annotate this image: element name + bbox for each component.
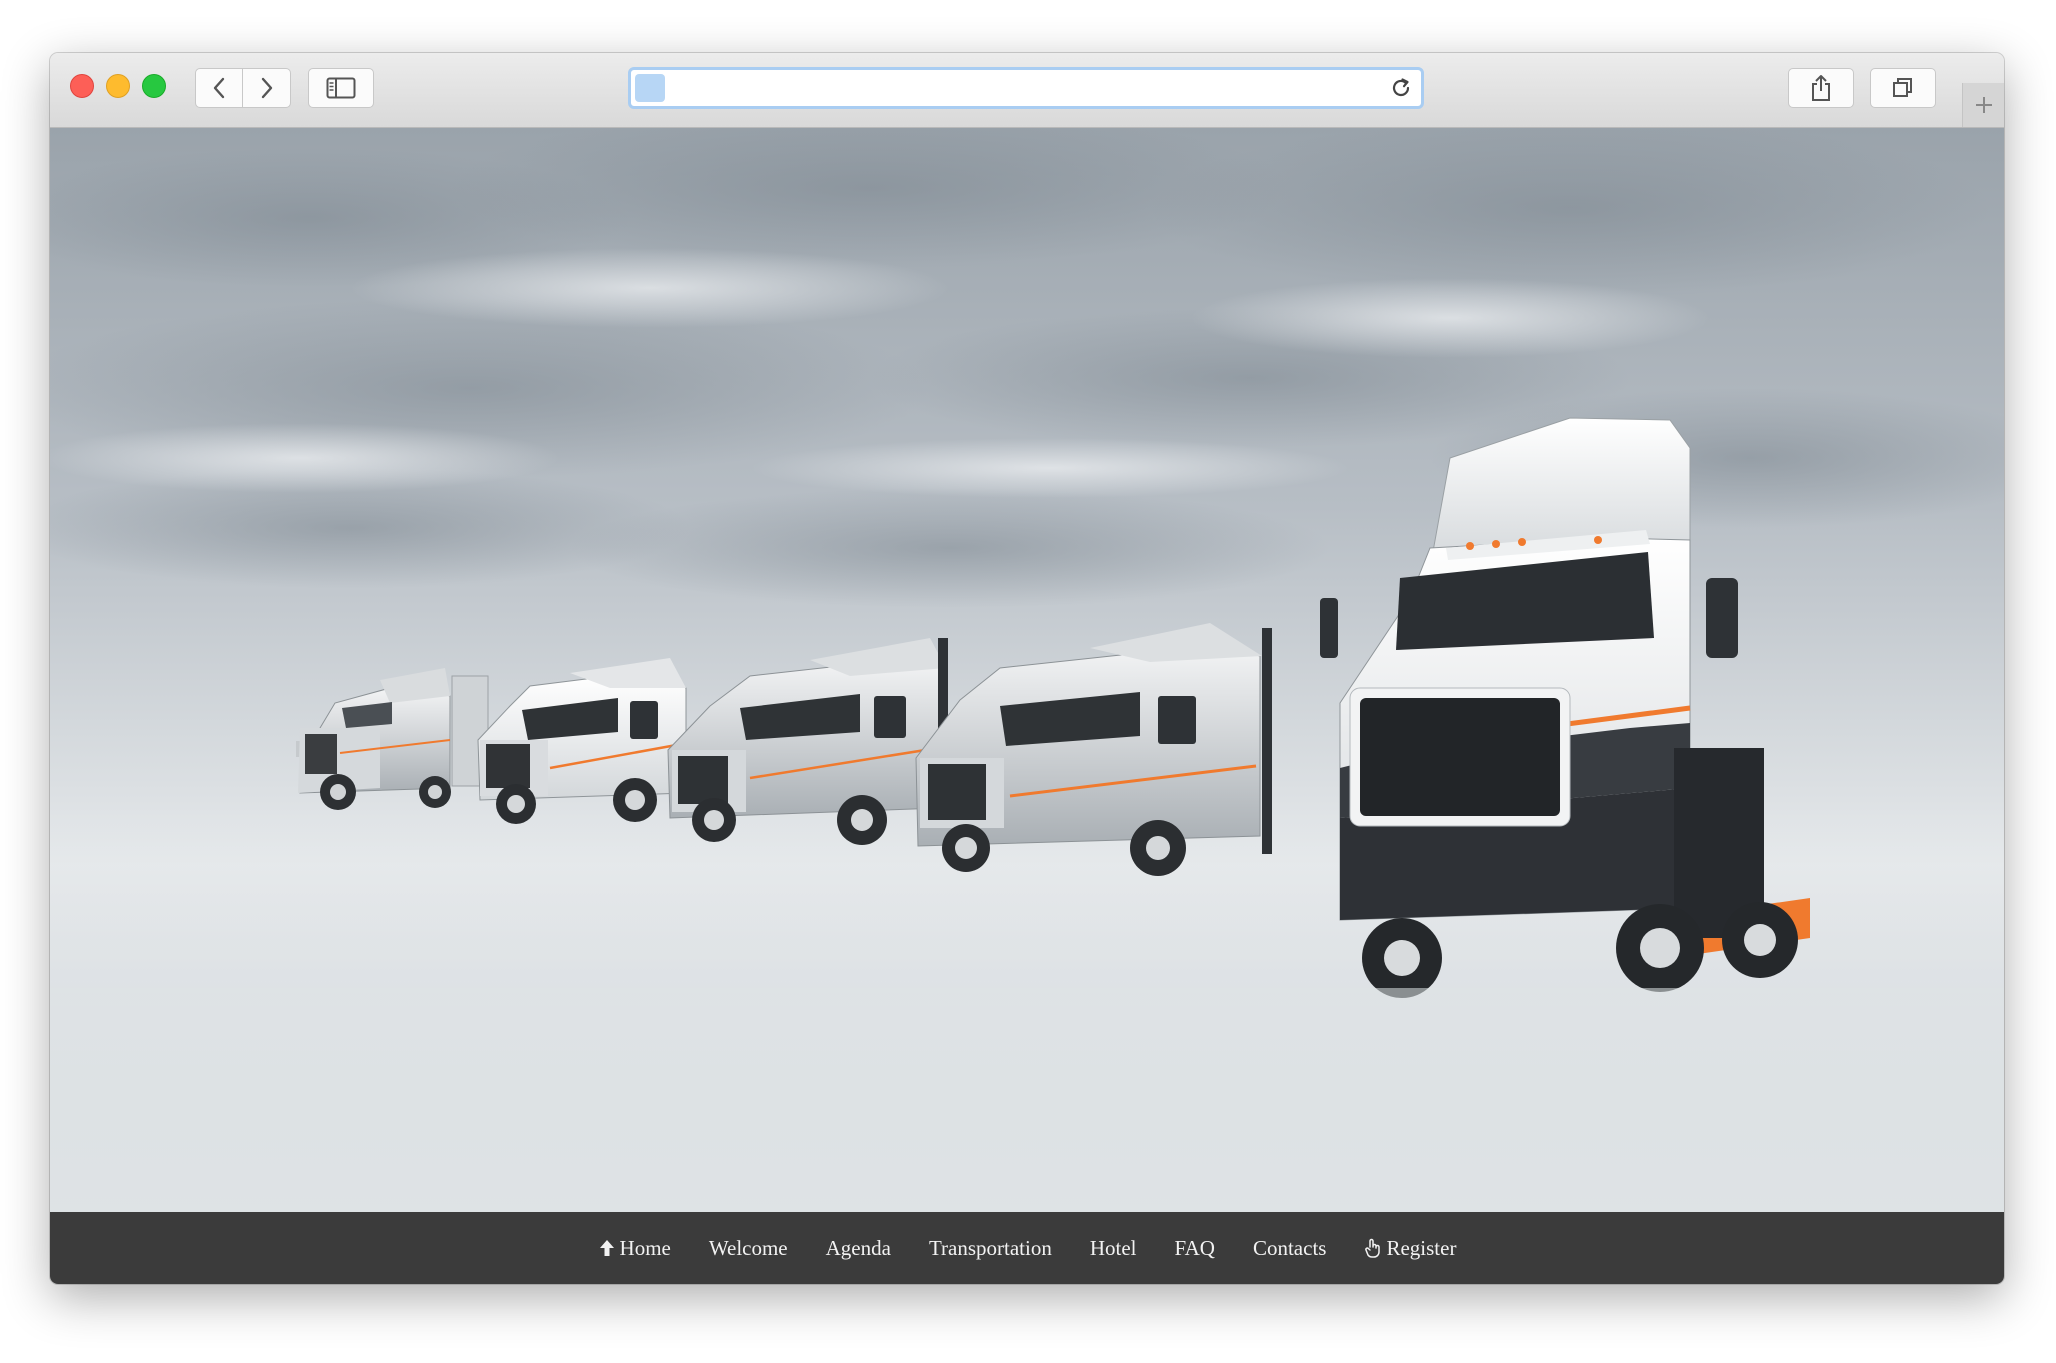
arrow-up-icon xyxy=(599,1240,614,1256)
nav-home[interactable]: Home xyxy=(598,1236,671,1261)
new-tab-button[interactable] xyxy=(1962,83,2004,127)
nav-register-label: Register xyxy=(1386,1235,1457,1260)
plus-icon xyxy=(1976,97,1992,113)
page-content: Home Welcome Agenda Transportation Hotel… xyxy=(50,128,2004,1284)
nav-hotel-label: Hotel xyxy=(1089,1235,1137,1260)
tab-overview-icon xyxy=(1893,78,1912,97)
nav-contacts-label: Contacts xyxy=(1252,1235,1327,1260)
nav-home-label: Home xyxy=(619,1235,671,1260)
minimize-window-button[interactable] xyxy=(106,74,130,98)
share-button[interactable] xyxy=(1788,68,1854,108)
share-icon xyxy=(1812,75,1830,101)
tab-overview-button[interactable] xyxy=(1870,68,1936,108)
reload-button[interactable] xyxy=(1381,70,1421,106)
nav-agenda[interactable]: Agenda xyxy=(826,1236,891,1261)
address-bar[interactable] xyxy=(628,67,1424,109)
nav-agenda-label: Agenda xyxy=(825,1235,891,1260)
hero-image xyxy=(50,128,2004,1212)
nav-welcome[interactable]: Welcome xyxy=(709,1236,788,1261)
nav-welcome-label: Welcome xyxy=(708,1235,788,1260)
browser-window: Home Welcome Agenda Transportation Hotel… xyxy=(50,53,2004,1284)
site-navigation: Home Welcome Agenda Transportation Hotel… xyxy=(50,1212,2004,1284)
nav-register[interactable]: Register xyxy=(1364,1236,1456,1261)
nav-faq[interactable]: FAQ xyxy=(1175,1236,1215,1261)
browser-toolbar xyxy=(50,53,2004,128)
hero-trucks-illustration xyxy=(50,128,2004,1212)
chevron-left-icon xyxy=(213,77,225,99)
nav-faq-label: FAQ xyxy=(1174,1235,1215,1260)
maximize-window-button[interactable] xyxy=(142,74,166,98)
nav-transportation-label: Transportation xyxy=(928,1235,1052,1260)
close-window-button[interactable] xyxy=(70,74,94,98)
chevron-right-icon xyxy=(261,77,272,99)
reload-icon xyxy=(1392,78,1410,97)
sidebar-toggle-button[interactable] xyxy=(308,68,374,108)
back-button[interactable] xyxy=(195,68,243,108)
forward-button[interactable] xyxy=(243,68,291,108)
nav-hotel[interactable]: Hotel xyxy=(1090,1236,1137,1261)
nav-transportation[interactable]: Transportation xyxy=(929,1236,1052,1261)
sidebar-icon xyxy=(326,77,356,99)
hand-pointer-icon xyxy=(1365,1238,1381,1258)
nav-contacts[interactable]: Contacts xyxy=(1253,1236,1327,1261)
favicon-icon xyxy=(635,74,665,102)
